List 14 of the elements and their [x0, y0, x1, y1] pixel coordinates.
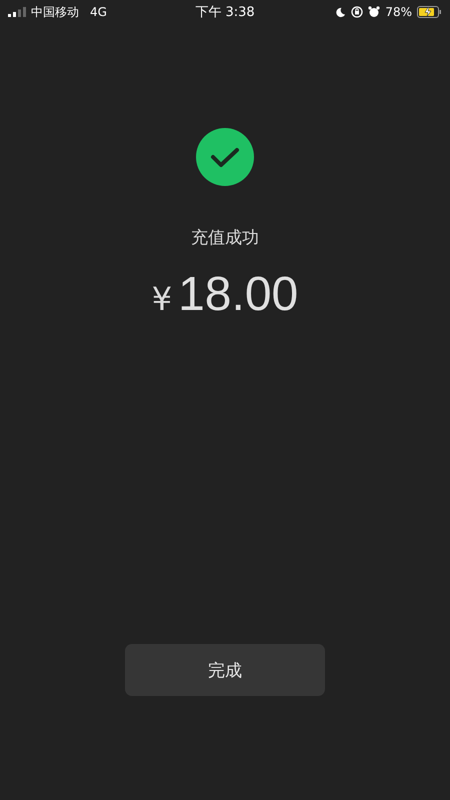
clock-time: 下午 3:38 [195, 4, 255, 21]
done-button[interactable]: 完成 [125, 644, 325, 696]
network-type: 4G [90, 5, 107, 19]
charging-battery-icon [416, 6, 442, 18]
success-title: 充值成功 [190, 227, 259, 249]
currency-symbol: ¥ [152, 280, 172, 318]
success-check-icon [196, 128, 254, 186]
moon-icon [335, 6, 346, 18]
battery-percent: 78% [385, 5, 412, 19]
carrier-name: 中国移动 [31, 4, 79, 20]
alarm-clock-icon [368, 6, 380, 18]
amount-value: 18.00 [178, 267, 298, 322]
signal-icon [8, 7, 26, 17]
rotation-lock-icon [351, 6, 364, 18]
